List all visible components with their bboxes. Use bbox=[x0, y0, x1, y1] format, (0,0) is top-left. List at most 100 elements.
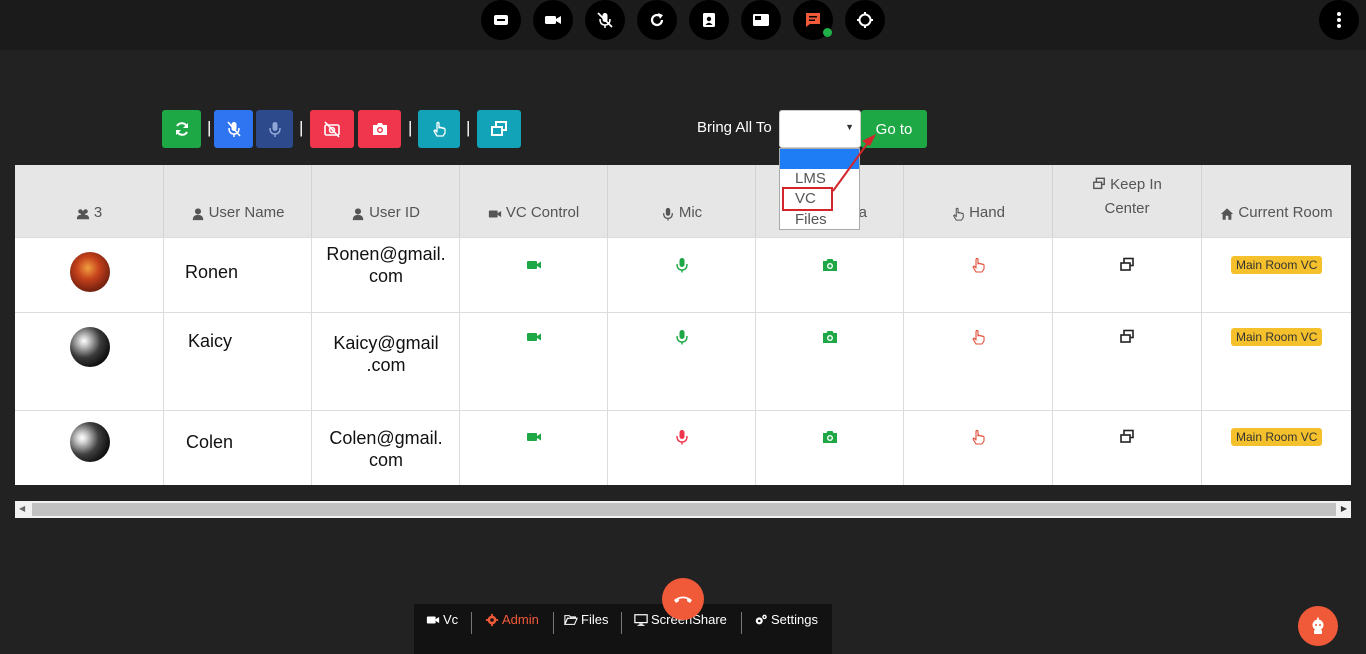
keep-in-center-toggle[interactable] bbox=[1119, 329, 1135, 345]
participants-table: 3 User Name User ID VC Control Mic a Han… bbox=[15, 165, 1351, 485]
refresh-button[interactable] bbox=[637, 0, 677, 40]
mic-toggle-button[interactable] bbox=[585, 0, 625, 40]
sync-icon bbox=[175, 122, 188, 136]
camera-off-icon bbox=[324, 121, 340, 138]
table-row: Colen Colen@gmail. com Main Room VC bbox=[15, 410, 1351, 485]
table-cell bbox=[460, 313, 608, 410]
toolbar-separator: | bbox=[466, 118, 471, 137]
more-options-button[interactable] bbox=[1319, 0, 1359, 40]
folder-open-icon bbox=[564, 614, 578, 625]
dropdown-option-lms[interactable]: LMS bbox=[795, 170, 826, 187]
keep-all-in-center-button[interactable] bbox=[477, 110, 521, 148]
header-participant-count: 3 bbox=[15, 165, 164, 237]
vc-toggle[interactable] bbox=[526, 257, 542, 273]
crosshair-button[interactable] bbox=[845, 0, 885, 40]
keep-in-center-toggle[interactable] bbox=[1119, 257, 1135, 273]
table-row: Kaicy Kaicy@gmail .com Main Room VC bbox=[15, 312, 1351, 410]
camera-icon bbox=[372, 123, 387, 135]
user-icon bbox=[192, 208, 203, 221]
header-user-name: User Name bbox=[164, 165, 312, 237]
nav-files[interactable]: Files bbox=[564, 612, 608, 627]
mic-mute-icon bbox=[226, 121, 241, 137]
chat-button[interactable] bbox=[793, 0, 833, 40]
scroll-left-arrow-icon[interactable]: ◀ bbox=[19, 504, 25, 513]
nav-vc[interactable]: Vc bbox=[426, 612, 458, 627]
hand-toggle[interactable] bbox=[970, 257, 986, 273]
user-name: Kaicy bbox=[188, 331, 233, 351]
top-bar bbox=[0, 0, 1366, 50]
bottom-nav: Vc Admin Files ScreenShare Settings bbox=[414, 604, 832, 654]
hand-toggle[interactable] bbox=[970, 429, 986, 445]
avatar bbox=[70, 327, 110, 367]
unmute-all-button[interactable] bbox=[256, 110, 293, 148]
dropdown-option-files[interactable]: Files bbox=[795, 211, 827, 228]
mic-toggle[interactable] bbox=[674, 429, 690, 445]
assistant-bot-button[interactable] bbox=[1298, 606, 1338, 646]
contact-card-button[interactable] bbox=[689, 0, 729, 40]
scroll-right-arrow-icon[interactable]: ▶ bbox=[1341, 504, 1347, 513]
header-mic-label: Mic bbox=[678, 204, 703, 221]
windows-restore-icon bbox=[1093, 177, 1106, 190]
windows-restore-icon bbox=[491, 121, 507, 136]
avatar bbox=[70, 252, 110, 292]
table-header: 3 User Name User ID VC Control Mic a Han… bbox=[15, 165, 1351, 237]
nav-separator bbox=[741, 612, 742, 634]
caption-icon bbox=[494, 15, 508, 25]
end-call-button[interactable] bbox=[662, 578, 704, 620]
gear-icon bbox=[485, 613, 499, 626]
toolbar-separator: | bbox=[408, 118, 413, 137]
nav-admin[interactable]: Admin bbox=[485, 612, 539, 627]
nav-separator bbox=[471, 612, 472, 634]
video-toggle-button[interactable] bbox=[533, 0, 573, 40]
refresh-all-button[interactable] bbox=[162, 110, 201, 148]
header-keep-in-center: Keep In Center bbox=[1053, 165, 1202, 237]
bot-icon bbox=[1312, 617, 1324, 634]
nav-admin-label: Admin bbox=[502, 612, 539, 627]
user-id-line2: .com bbox=[366, 355, 406, 375]
table-cell bbox=[756, 313, 904, 410]
keep-in-center-toggle[interactable] bbox=[1119, 429, 1135, 445]
header-keep-in-center-line1: Keep In bbox=[1110, 176, 1162, 193]
vc-toggle[interactable] bbox=[526, 329, 542, 345]
current-room-badge: Main Room VC bbox=[1231, 328, 1323, 346]
user-icon bbox=[352, 208, 364, 221]
header-hand: Hand bbox=[904, 165, 1053, 237]
refresh-icon bbox=[650, 13, 664, 27]
table-cell bbox=[904, 313, 1053, 410]
nav-settings[interactable]: Settings bbox=[754, 612, 818, 627]
disable-all-cameras-button[interactable] bbox=[310, 110, 354, 148]
chat-icon bbox=[806, 13, 820, 27]
camera-toggle[interactable] bbox=[822, 329, 838, 345]
lower-all-hands-button[interactable] bbox=[418, 110, 460, 148]
mic-icon bbox=[268, 122, 281, 137]
user-id-line2: com bbox=[368, 450, 403, 470]
camera-toggle[interactable] bbox=[822, 429, 838, 445]
go-to-button[interactable]: Go to bbox=[861, 110, 927, 148]
header-user-name-label: User Name bbox=[208, 204, 285, 221]
table-cell bbox=[164, 313, 312, 410]
mic-toggle[interactable] bbox=[674, 257, 690, 273]
horizontal-scrollbar[interactable]: ◀ ▶ bbox=[15, 501, 1351, 518]
mic-toggle[interactable] bbox=[674, 329, 690, 345]
home-icon bbox=[1221, 208, 1234, 220]
users-icon bbox=[76, 209, 89, 220]
table-cell bbox=[756, 411, 904, 485]
caption-toggle-button[interactable] bbox=[481, 0, 521, 40]
participant-count: 3 bbox=[93, 204, 103, 221]
hand-toggle[interactable] bbox=[970, 329, 986, 345]
scrollbar-thumb[interactable] bbox=[32, 503, 1336, 516]
room-select[interactable]: ▼ bbox=[779, 110, 861, 148]
camera-toggle[interactable] bbox=[822, 257, 838, 273]
vc-toggle[interactable] bbox=[526, 429, 542, 445]
current-room-badge: Main Room VC bbox=[1231, 256, 1323, 274]
dropdown-option-empty[interactable] bbox=[780, 149, 859, 169]
user-id-line1: Ronen@gmail. bbox=[326, 244, 446, 264]
enable-all-cameras-button[interactable] bbox=[358, 110, 401, 148]
current-room-badge: Main Room VC bbox=[1231, 428, 1323, 446]
whiteboard-button[interactable] bbox=[741, 0, 781, 40]
user-id-line1: Colen@gmail. bbox=[329, 428, 443, 448]
table-cell bbox=[460, 411, 608, 485]
nav-separator bbox=[621, 612, 622, 634]
table-cell bbox=[1053, 313, 1202, 410]
mute-all-button[interactable] bbox=[214, 110, 253, 148]
